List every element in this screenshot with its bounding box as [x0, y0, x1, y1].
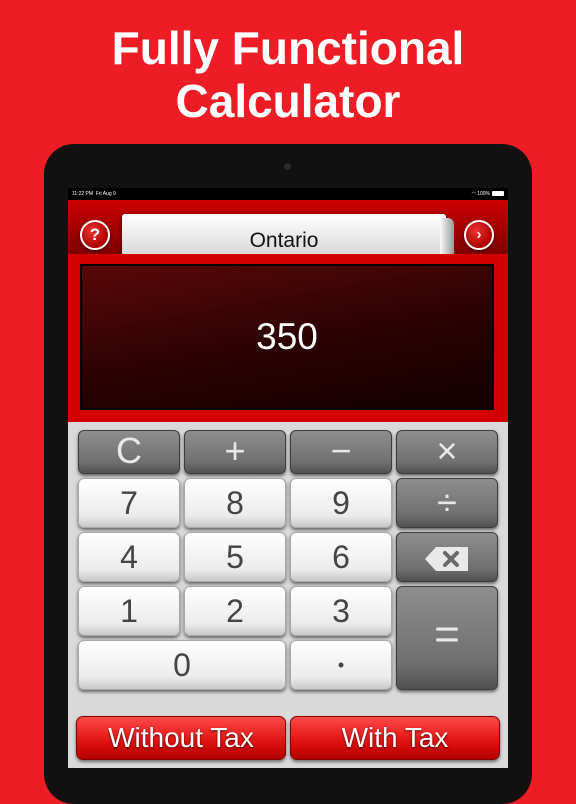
headline-line-2: Calculator — [175, 75, 401, 127]
status-bar: 11:22 PM Fri Aug 9 ◠ 100% — [68, 188, 508, 200]
promo-headline: Fully Functional Calculator — [0, 22, 576, 128]
status-date: Fri Aug 9 — [95, 191, 116, 197]
digit-1-button[interactable]: 1 — [78, 586, 180, 636]
digit-2-button[interactable]: 2 — [184, 586, 286, 636]
battery-icon — [492, 191, 504, 197]
camera-icon — [284, 163, 291, 170]
status-time: 11:22 PM — [72, 191, 94, 197]
without-tax-button[interactable]: Without Tax — [76, 716, 286, 760]
digit-3-button[interactable]: 3 — [290, 586, 392, 636]
digit-5-button[interactable]: 5 — [184, 532, 286, 582]
backspace-button[interactable] — [396, 532, 498, 582]
backspace-icon — [425, 547, 468, 572]
status-time-date: 11:22 PM Fri Aug 9 — [72, 188, 116, 200]
help-button[interactable]: ? — [80, 220, 110, 250]
digit-0-button[interactable]: 0 — [78, 640, 286, 690]
minus-button[interactable]: − — [290, 430, 392, 474]
digit-9-button[interactable]: 9 — [290, 478, 392, 528]
battery-percent: 100% — [477, 191, 490, 197]
decimal-button[interactable]: • — [290, 640, 392, 690]
result-display: 350 — [80, 264, 494, 410]
help-icon: ? — [89, 225, 101, 244]
app-screen: 11:22 PM Fri Aug 9 ◠ 100% Ontario ? › 35… — [68, 188, 508, 768]
clear-button[interactable]: C — [78, 430, 180, 474]
wifi-icon: ◠ — [471, 191, 476, 197]
digit-6-button[interactable]: 6 — [290, 532, 392, 582]
status-right: ◠ 100% — [471, 188, 504, 200]
next-region-button[interactable]: › — [464, 220, 494, 250]
digit-8-button[interactable]: 8 — [184, 478, 286, 528]
keypad: C + − × 7 8 9 ÷ 4 5 6 1 2 3 = 0 • — [68, 422, 508, 712]
tax-button-bar: Without Tax With Tax — [68, 708, 508, 768]
title-bar: Ontario — [68, 200, 508, 268]
chevron-right-icon: › — [476, 226, 482, 243]
plus-button[interactable]: + — [184, 430, 286, 474]
equals-button[interactable]: = — [396, 586, 498, 690]
with-tax-button[interactable]: With Tax — [290, 716, 500, 760]
divide-button[interactable]: ÷ — [396, 478, 498, 528]
display-frame: 350 — [68, 254, 508, 422]
digit-7-button[interactable]: 7 — [78, 478, 180, 528]
headline-line-1: Fully Functional — [111, 22, 465, 74]
digit-4-button[interactable]: 4 — [78, 532, 180, 582]
multiply-button[interactable]: × — [396, 430, 498, 474]
